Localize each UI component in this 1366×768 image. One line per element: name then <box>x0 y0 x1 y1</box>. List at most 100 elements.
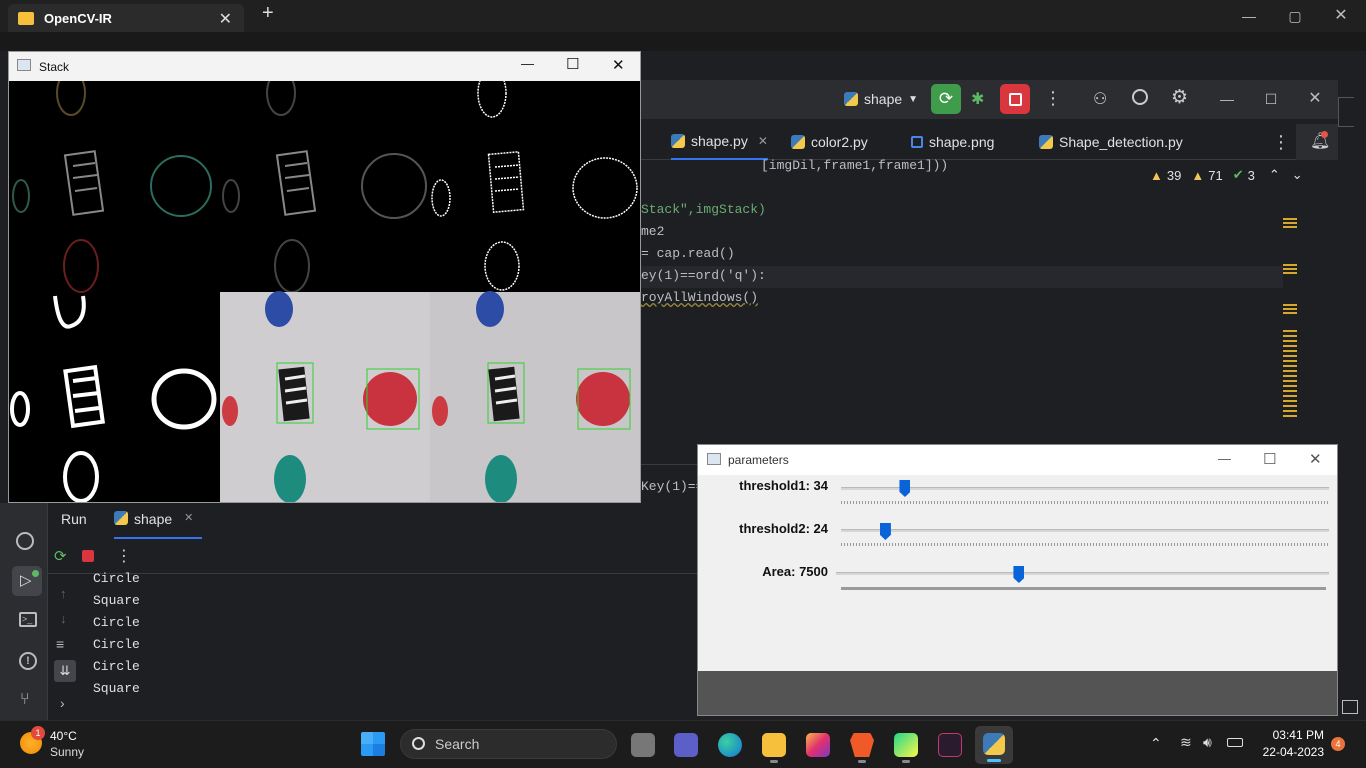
edge-browser-icon[interactable] <box>718 733 742 757</box>
search-placeholder: Search <box>435 736 480 752</box>
search-icon[interactable] <box>1132 89 1148 105</box>
terminal-icon[interactable]: >_ <box>19 612 37 627</box>
python-app-active[interactable] <box>975 726 1013 764</box>
wifi-icon[interactable]: ≋ <box>1180 734 1192 751</box>
debug-button[interactable]: ✱ <box>971 89 984 109</box>
area-thumb[interactable] <box>1013 566 1025 583</box>
minimize-button[interactable]: — <box>1226 0 1272 32</box>
pycharm-icon[interactable] <box>894 733 918 757</box>
task-view-icon[interactable] <box>631 733 655 757</box>
close-tab-icon[interactable]: ✕ <box>219 9 232 29</box>
code-line[interactable]: royAllWindows() <box>641 290 758 305</box>
python-icon <box>1039 135 1053 149</box>
area-track[interactable] <box>836 572 1329 575</box>
rerun-icon[interactable]: ⟳ <box>54 547 67 565</box>
weather-condition[interactable]: Sunny <box>50 745 84 759</box>
threshold2-thumb[interactable] <box>879 523 891 540</box>
chevron-up-icon[interactable]: ⌃ <box>1269 167 1280 183</box>
git-icon[interactable]: ⑂ <box>20 691 30 709</box>
tab-shape-png[interactable]: shape.png <box>911 124 994 160</box>
stop-button[interactable] <box>1000 84 1030 114</box>
canny-frame-edges <box>431 81 638 291</box>
error-stripe[interactable] <box>1283 218 1297 446</box>
close-button[interactable]: ✕ <box>1309 450 1322 468</box>
run-tool-button[interactable]: ▷ <box>12 566 42 596</box>
weak-warning-count: 71 <box>1208 167 1223 183</box>
close-tab-icon[interactable]: ✕ <box>758 134 768 148</box>
ide-maximize-button[interactable]: ☐ <box>1248 80 1294 118</box>
windows-start-icon[interactable] <box>361 732 385 756</box>
chevron-up-icon[interactable]: ⌃ <box>1150 735 1162 752</box>
threshold1-thumb[interactable] <box>899 480 911 497</box>
notifications-panel-button[interactable]: 🔔︎ <box>1296 124 1338 160</box>
stop-icon[interactable] <box>82 550 94 562</box>
clock-time[interactable]: 03:41 PM <box>1258 728 1324 742</box>
desktop-icon[interactable] <box>1342 700 1358 714</box>
rerun-button[interactable]: ⟳ <box>931 84 961 114</box>
maximize-button[interactable]: ▢ <box>1272 0 1318 32</box>
console-line: Circle <box>93 659 140 674</box>
tab-run[interactable]: Run <box>61 511 87 527</box>
console-line: Square <box>93 593 140 608</box>
breadcrumb[interactable]: Key(1)== <box>641 464 697 500</box>
threshold1-track[interactable] <box>841 487 1329 490</box>
area-ticks <box>841 587 1326 590</box>
ide-minimize-button[interactable]: — <box>1204 80 1250 118</box>
problems-icon[interactable]: ! <box>19 652 37 670</box>
explorer-tab[interactable]: OpenCV-IR ✕ <box>8 4 244 32</box>
notification-count-badge[interactable]: 4 <box>1331 737 1345 751</box>
scroll-to-end-icon[interactable]: ⇊ <box>54 660 76 682</box>
tab-shape-detection-py[interactable]: Shape_detection.py <box>1039 124 1183 160</box>
battery-icon[interactable] <box>1227 738 1243 747</box>
maximize-button[interactable]: ☐ <box>566 55 579 73</box>
more-vert-icon[interactable]: ⋮ <box>1044 88 1062 109</box>
minimize-button[interactable]: — <box>521 56 534 71</box>
threshold2-track[interactable] <box>841 529 1329 532</box>
code-line[interactable]: = cap.read() <box>641 246 735 261</box>
weather-temp[interactable]: 40°C <box>50 729 77 743</box>
threshold1-label: threshold1: 34 <box>739 478 828 493</box>
run-config-selector[interactable]: shape ▼ <box>844 91 918 107</box>
console-line: Circle <box>93 571 140 586</box>
vivaldi-icon[interactable] <box>938 733 962 757</box>
maximize-button[interactable]: ☐ <box>1263 450 1276 468</box>
python-icon <box>671 134 685 148</box>
tab-shape-run[interactable]: shape ✕ <box>114 509 202 539</box>
chevron-down-icon[interactable]: ⌄ <box>1292 167 1303 183</box>
services-icon[interactable] <box>16 532 34 550</box>
running-indicator <box>770 760 778 763</box>
clock-date[interactable]: 22-04-2023 <box>1258 745 1324 759</box>
arrow-up-icon[interactable]: ↑ <box>60 586 67 601</box>
tabs-more-icon[interactable]: ⋮ <box>1272 132 1290 153</box>
code-line[interactable]: ey(1)==ord('q'): <box>641 268 766 283</box>
bug-icon: ✱ <box>971 91 985 108</box>
weather-badge: 1 <box>31 726 45 740</box>
minimize-button[interactable]: — <box>1218 451 1231 466</box>
trackbar-area: threshold1: 34 threshold2: 24 Area: 7500 <box>698 475 1337 671</box>
more-vert-icon[interactable]: ⋮ <box>116 546 132 566</box>
account-icon[interactable]: ⚇ <box>1093 89 1107 109</box>
close-tab-icon[interactable]: ✕ <box>184 511 193 524</box>
chevron-right-icon[interactable]: › <box>60 695 65 711</box>
code-line[interactable]: Stack",imgStack) <box>641 202 766 217</box>
close-button[interactable]: ✕ <box>612 56 625 74</box>
settings-gear-icon[interactable]: ⚙ <box>1171 86 1188 109</box>
volume-icon[interactable]: 🔊︎ <box>1203 734 1212 751</box>
video-chat-icon[interactable] <box>674 733 698 757</box>
run-tab-label: shape <box>134 511 173 527</box>
code-line[interactable]: me2 <box>641 224 664 239</box>
inspections-widget[interactable]: ▲ 39 ▲ 71 ✔ 3 ⌃ ⌄ <box>1150 167 1303 183</box>
threshold2-ticks <box>841 543 1329 546</box>
new-tab-button[interactable]: + <box>262 2 274 25</box>
arrow-down-icon[interactable]: ↓ <box>60 611 67 626</box>
tab-color2-py[interactable]: color2.py <box>791 124 868 160</box>
code-line[interactable]: [imgDil,frame1,frame1])) <box>761 158 948 173</box>
file-explorer-icon[interactable] <box>762 733 786 757</box>
code-text: Stack",imgStack) <box>641 202 766 217</box>
instagram-icon[interactable] <box>806 733 830 757</box>
close-window-button[interactable]: ✕ <box>1318 0 1364 32</box>
search-box[interactable]: Search <box>400 729 617 759</box>
tab-shape-py[interactable]: shape.py ✕ <box>671 124 768 160</box>
ide-close-button[interactable]: ✕ <box>1292 80 1338 118</box>
soft-wrap-icon[interactable]: ≡ <box>56 636 64 652</box>
